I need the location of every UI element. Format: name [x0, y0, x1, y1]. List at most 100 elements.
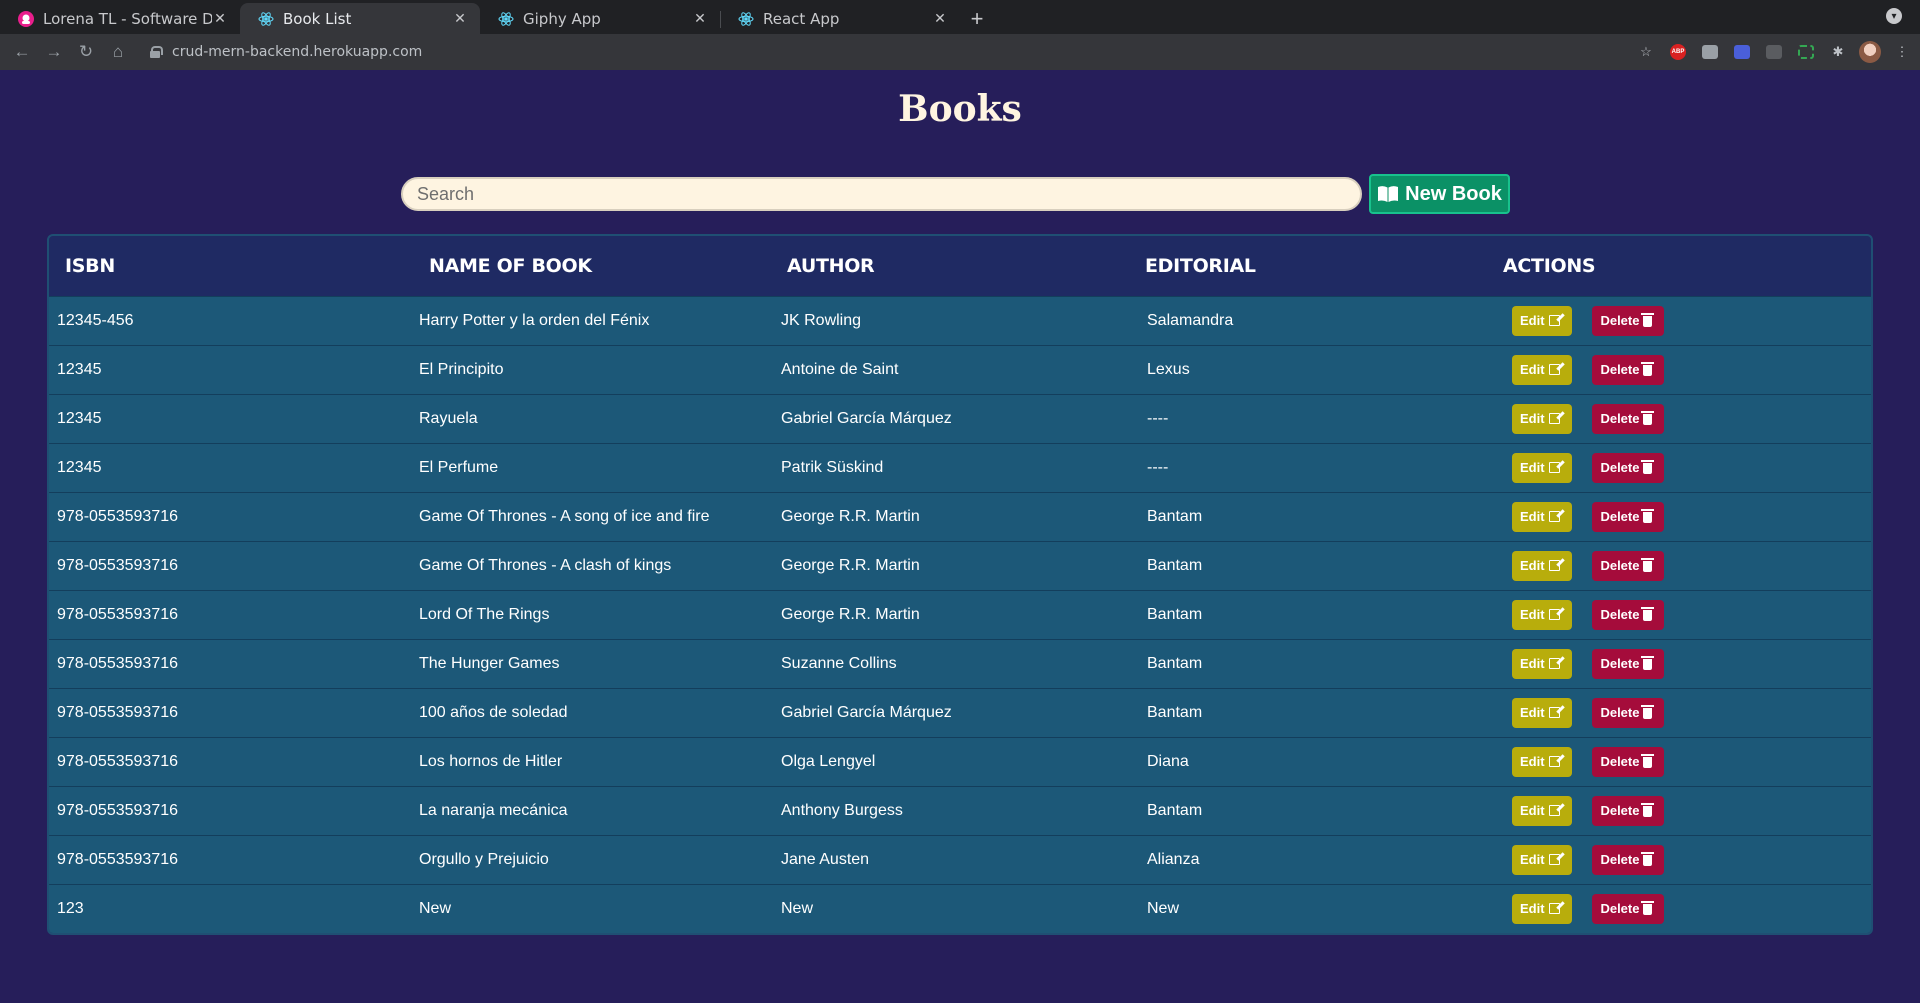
delete-button[interactable]: Delete	[1592, 305, 1665, 336]
delete-label: Delete	[1600, 607, 1640, 622]
delete-label: Delete	[1600, 852, 1640, 867]
actions-cell: Edit Delete	[1487, 443, 1871, 492]
puzzle-extensions-icon[interactable]: ✱	[1826, 38, 1850, 66]
new-book-button[interactable]: New Book	[1369, 174, 1510, 214]
browser-menu-icon[interactable]: ⋮	[1890, 38, 1914, 66]
delete-button[interactable]: Delete	[1592, 893, 1665, 924]
book-name-cell: The Hunger Games	[419, 654, 560, 672]
browser-tab[interactable]: React App ✕	[720, 3, 960, 34]
edit-button[interactable]: Edit	[1512, 305, 1572, 336]
trash-icon	[1641, 460, 1655, 474]
edit-label: Edit	[1520, 313, 1545, 328]
edit-button[interactable]: Edit	[1512, 550, 1572, 581]
adblock-extension-icon[interactable]: ABP	[1666, 38, 1690, 66]
book-name-cell: El Principito	[419, 360, 504, 378]
edit-button[interactable]: Edit	[1512, 403, 1572, 434]
author-cell: Patrik Süskind	[781, 458, 884, 476]
delete-button[interactable]: Delete	[1592, 697, 1665, 728]
back-arrow-icon[interactable]: ←	[8, 38, 36, 66]
browser-tab[interactable]: Giphy App ✕	[480, 3, 720, 34]
author-cell: Gabriel García Márquez	[781, 409, 952, 427]
close-tab-icon[interactable]: ✕	[932, 11, 948, 27]
trash-icon	[1641, 803, 1655, 817]
editorial-cell: Bantam	[1147, 703, 1203, 721]
tab-title: React App	[763, 9, 840, 28]
lock-icon	[150, 46, 163, 58]
column-header-name: NAME OF BOOK	[429, 254, 592, 277]
table-row: 978-0553593716 100 años de soledad Gabri…	[49, 688, 1871, 737]
actions-cell: Edit Delete	[1487, 590, 1871, 639]
delete-button[interactable]: Delete	[1592, 844, 1665, 875]
edit-icon	[1548, 462, 1560, 473]
isbn-cell: 12345	[57, 409, 102, 427]
reload-icon[interactable]: ↻	[72, 38, 100, 66]
delete-button[interactable]: Delete	[1592, 648, 1665, 679]
edit-button[interactable]: Edit	[1512, 795, 1572, 826]
isbn-cell: 12345-456	[57, 311, 134, 329]
delete-button[interactable]: Delete	[1592, 746, 1665, 777]
table-row: 12345 Rayuela Gabriel García Márquez ---…	[49, 394, 1871, 443]
close-tab-icon[interactable]: ✕	[692, 11, 708, 27]
book-name-cell: La naranja mecánica	[419, 801, 568, 819]
tab-title: Lorena TL - Software Developer	[43, 9, 212, 28]
forward-arrow-icon[interactable]: →	[40, 38, 68, 66]
delete-button[interactable]: Delete	[1592, 354, 1665, 385]
delete-button[interactable]: Delete	[1592, 501, 1665, 532]
isbn-cell: 978-0553593716	[57, 703, 179, 721]
screenshot-extension-icon[interactable]	[1794, 38, 1818, 66]
author-cell: Olga Lengyel	[781, 752, 876, 770]
isbn-cell: 12345	[57, 360, 102, 378]
trash-icon	[1641, 313, 1655, 327]
edit-button[interactable]: Edit	[1512, 844, 1572, 875]
bookmark-star-icon[interactable]: ☆	[1634, 38, 1658, 66]
trash-icon	[1641, 754, 1655, 768]
editorial-cell: Alianza	[1147, 850, 1200, 868]
search-input[interactable]	[401, 177, 1362, 211]
author-cell: George R.R. Martin	[781, 556, 920, 574]
edit-button[interactable]: Edit	[1512, 893, 1572, 924]
delete-button[interactable]: Delete	[1592, 452, 1665, 483]
edit-icon	[1548, 315, 1560, 326]
edit-button[interactable]: Edit	[1512, 599, 1572, 630]
edit-label: Edit	[1520, 852, 1545, 867]
book-name-cell: El Perfume	[419, 458, 499, 476]
edit-button[interactable]: Edit	[1512, 501, 1572, 532]
edit-label: Edit	[1520, 460, 1545, 475]
profile-avatar[interactable]	[1858, 38, 1882, 66]
delete-button[interactable]: Delete	[1592, 403, 1665, 434]
trash-icon	[1641, 607, 1655, 621]
edit-icon	[1548, 511, 1560, 522]
editorial-cell: Bantam	[1147, 605, 1203, 623]
address-bar[interactable]: crud-mern-backend.herokuapp.com	[150, 38, 1650, 66]
edit-button[interactable]: Edit	[1512, 354, 1572, 385]
close-tab-icon[interactable]: ✕	[212, 11, 228, 27]
extension-icon[interactable]	[1762, 38, 1786, 66]
browser-tab[interactable]: Lorena TL - Software Developer ✕	[0, 3, 240, 34]
edit-button[interactable]: Edit	[1512, 746, 1572, 777]
isbn-cell: 978-0553593716	[57, 752, 179, 770]
delete-button[interactable]: Delete	[1592, 795, 1665, 826]
table-row: 978-0553593716 Game Of Thrones - A song …	[49, 492, 1871, 541]
edit-button[interactable]: Edit	[1512, 697, 1572, 728]
edit-button[interactable]: Edit	[1512, 648, 1572, 679]
delete-button[interactable]: Delete	[1592, 599, 1665, 630]
delete-label: Delete	[1600, 509, 1640, 524]
translate-extension-icon[interactable]	[1730, 38, 1754, 66]
table-header-row: ISBN NAME OF BOOK AUTHOR EDITORIAL ACTIO…	[49, 236, 1871, 296]
editorial-cell: ----	[1147, 458, 1169, 476]
extension-icon[interactable]	[1698, 38, 1722, 66]
browser-tab-active[interactable]: Book List ✕	[240, 3, 480, 34]
delete-button[interactable]: Delete	[1592, 550, 1665, 581]
close-tab-icon[interactable]: ✕	[452, 11, 468, 27]
tab-search-icon[interactable]: ▾	[1886, 8, 1902, 24]
edit-label: Edit	[1520, 901, 1545, 917]
actions-cell: Edit Delete	[1487, 492, 1871, 541]
isbn-cell: 978-0553593716	[57, 605, 179, 623]
home-icon[interactable]: ⌂	[104, 38, 132, 66]
new-tab-button[interactable]: +	[960, 3, 994, 34]
table-row: 978-0553593716 Game Of Thrones - A clash…	[49, 541, 1871, 590]
book-name-cell: Orgullo y Prejuicio	[419, 850, 549, 868]
edit-icon	[1548, 707, 1560, 718]
edit-button[interactable]: Edit	[1512, 452, 1572, 483]
isbn-cell: 978-0553593716	[57, 850, 179, 868]
